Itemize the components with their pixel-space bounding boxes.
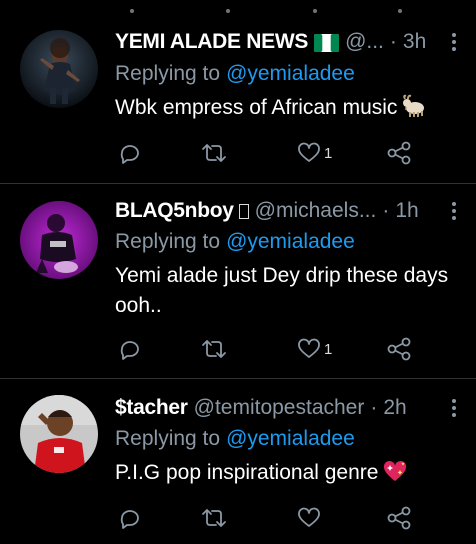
separator: · xyxy=(389,30,397,53)
reply-target-link[interactable]: @yemialadee xyxy=(226,427,355,450)
display-name[interactable]: YEMI ALADE NEWS xyxy=(115,28,308,56)
retweet-button[interactable] xyxy=(201,334,227,364)
like-button[interactable]: 1 xyxy=(297,138,332,168)
heart-icon xyxy=(298,142,320,162)
tweet-text-content: Yemi alade just Dey drip these days ooh.… xyxy=(115,264,449,317)
sparkling-heart-emoji-icon xyxy=(384,460,407,481)
replying-to: Replying to @yemialadee xyxy=(115,60,355,88)
reply-icon xyxy=(120,145,139,164)
tweet-actions xyxy=(115,503,415,533)
share-button[interactable] xyxy=(386,334,412,364)
share-button[interactable] xyxy=(386,138,412,168)
tweet-text-content: P.I.G pop inspirational genre xyxy=(115,461,379,484)
like-count: 1 xyxy=(324,340,333,358)
share-icon xyxy=(387,141,411,165)
tweet-text: Yemi alade just Dey drip these days ooh.… xyxy=(115,261,460,321)
user-handle[interactable]: @michaels... xyxy=(255,197,377,225)
retweet-icon xyxy=(202,144,226,162)
share-button[interactable] xyxy=(386,503,412,533)
display-name[interactable]: BLAQ5nboy xyxy=(115,197,234,225)
user-handle[interactable]: @... xyxy=(345,28,384,56)
reply-prefix: Replying to xyxy=(115,427,221,450)
tweet-text: Wbk empress of African music xyxy=(115,93,460,123)
tweet-header: YEMI ALADE NEWS @... · 3h xyxy=(115,28,462,56)
avatar[interactable] xyxy=(20,30,98,108)
avatar-image xyxy=(20,201,98,279)
reply-prefix: Replying to xyxy=(115,230,221,253)
replying-to: Replying to @yemialadee xyxy=(115,425,355,453)
retweet-icon xyxy=(202,509,226,527)
more-options-icon[interactable] xyxy=(446,396,462,420)
like-button[interactable] xyxy=(297,503,324,533)
display-name[interactable]: $tacher xyxy=(115,394,188,422)
heart-icon xyxy=(298,507,320,527)
reply-prefix: Replying to xyxy=(115,62,221,85)
timestamp[interactable]: 2h xyxy=(383,394,406,422)
tweet-text: P.I.G pop inspirational genre xyxy=(115,458,460,488)
reply-icon xyxy=(120,510,139,529)
avatar-image xyxy=(20,395,98,473)
like-button[interactable]: 1 xyxy=(297,334,332,364)
goat-emoji-icon xyxy=(403,94,425,117)
separator: · xyxy=(370,396,378,419)
share-icon xyxy=(387,337,411,361)
tweet-text-content: Wbk empress of African music xyxy=(115,96,398,119)
like-count: 1 xyxy=(324,144,333,162)
timestamp[interactable]: 1h xyxy=(395,197,418,225)
more-options-icon[interactable] xyxy=(446,30,462,54)
reply-icon xyxy=(120,341,139,360)
reply-target-link[interactable]: @yemialadee xyxy=(226,230,355,253)
retweet-icon xyxy=(202,340,226,358)
separator: · xyxy=(382,199,390,222)
tweet[interactable]: BLAQ5nboy @michaels... · 1h Replying to @… xyxy=(0,184,476,379)
reply-target-link[interactable]: @yemialadee xyxy=(226,62,355,85)
heart-icon xyxy=(298,338,320,358)
more-options-icon[interactable] xyxy=(446,199,462,223)
avatar[interactable] xyxy=(20,201,98,279)
tweet-header: BLAQ5nboy @michaels... · 1h xyxy=(115,197,462,225)
share-icon xyxy=(387,506,411,530)
avatar-image xyxy=(20,30,98,108)
reply-button[interactable] xyxy=(117,334,141,364)
retweet-button[interactable] xyxy=(201,138,227,168)
tweet-actions: 1 xyxy=(115,334,415,364)
tweet-header: $tacher @temitopestacher · 2h xyxy=(115,394,462,422)
reply-button[interactable] xyxy=(117,503,141,533)
reply-button[interactable] xyxy=(117,138,141,168)
timestamp[interactable]: 3h xyxy=(403,28,426,56)
nigeria-flag-icon xyxy=(314,34,340,52)
previous-tweet-fragment xyxy=(0,6,476,14)
user-handle[interactable]: @temitopestacher xyxy=(194,394,365,422)
tweet-actions: 1 xyxy=(115,138,415,168)
tweet[interactable]: YEMI ALADE NEWS @... · 3h Replying to @ye… xyxy=(0,18,476,184)
retweet-button[interactable] xyxy=(201,503,227,533)
tweet[interactable]: $tacher @temitopestacher · 2h Replying t… xyxy=(0,379,476,544)
unsupported-glyph-icon xyxy=(238,203,249,219)
replying-to: Replying to @yemialadee xyxy=(115,228,355,256)
avatar[interactable] xyxy=(20,395,98,473)
